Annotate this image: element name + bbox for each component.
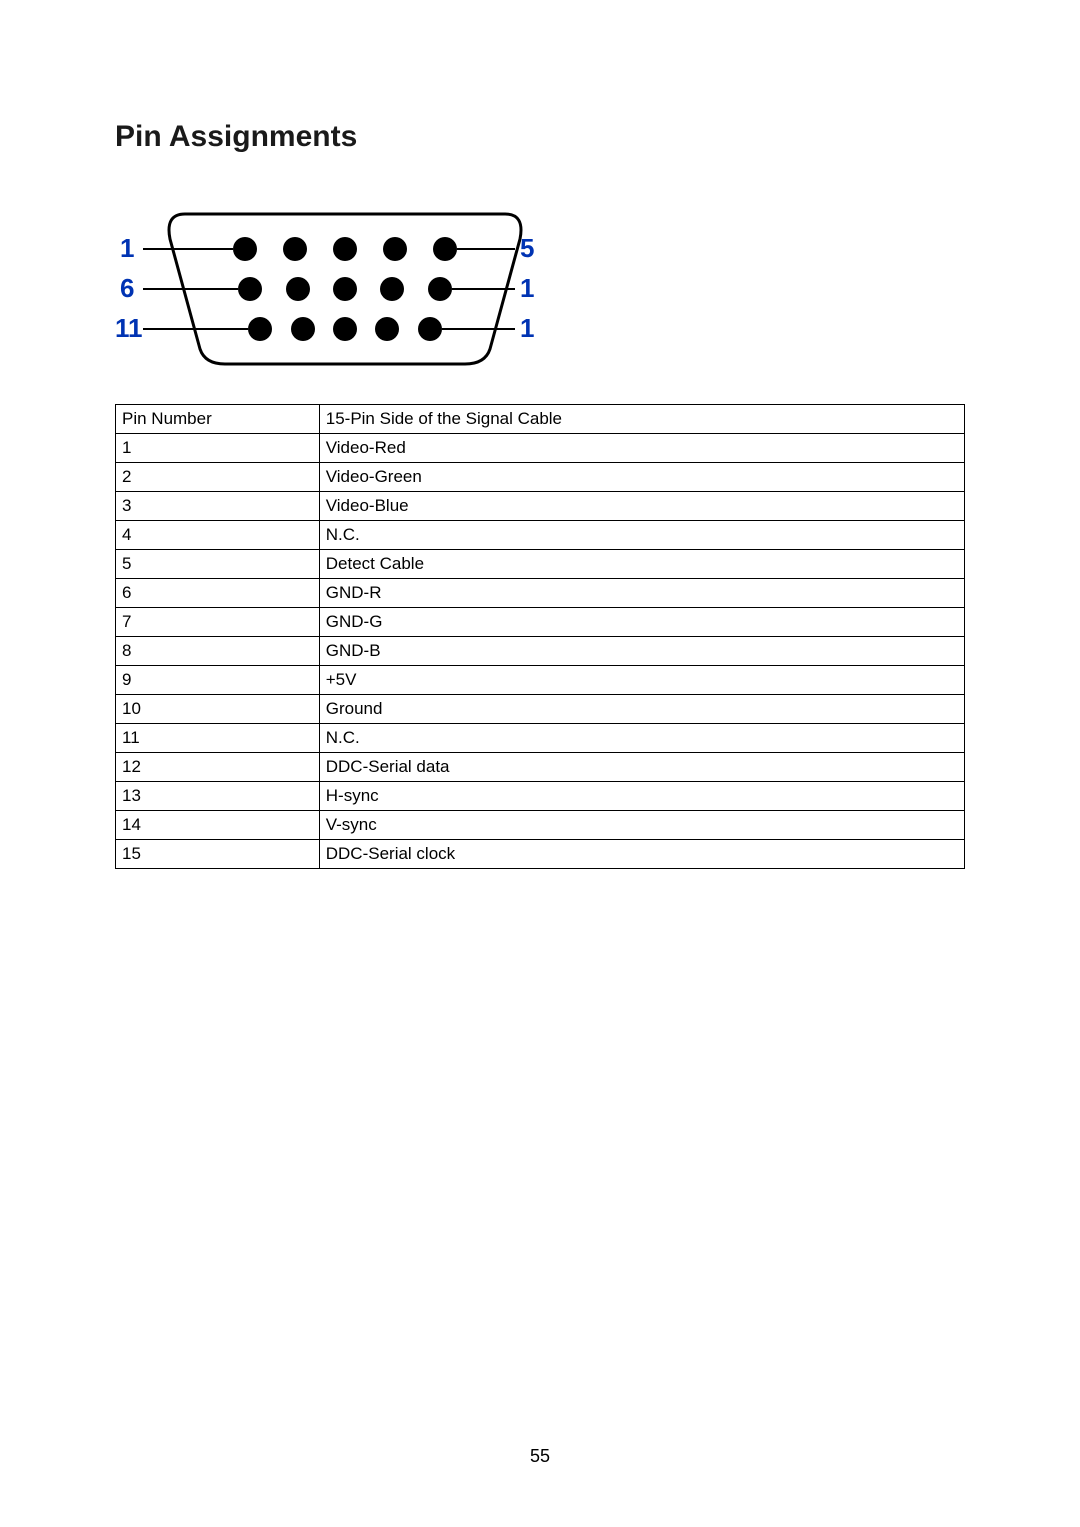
- table-row: 12DDC-Serial data: [116, 753, 965, 782]
- pin-label-11: 11: [115, 313, 143, 343]
- table-row: 2Video-Green: [116, 463, 965, 492]
- pin-label-1: 1: [120, 233, 134, 263]
- document-page: Pin Assignments: [0, 0, 1080, 1527]
- pin-table: Pin Number 15-Pin Side of the Signal Cab…: [115, 404, 965, 869]
- table-header-pin-number: Pin Number: [116, 405, 320, 434]
- table-row: 15DDC-Serial clock: [116, 840, 965, 869]
- table-row: 1Video-Red: [116, 434, 965, 463]
- pin-label-6: 6: [120, 273, 134, 303]
- table-header-signal: 15-Pin Side of the Signal Cable: [319, 405, 964, 434]
- pin-table-body: 1Video-Red 2Video-Green 3Video-Blue 4N.C…: [116, 434, 965, 869]
- pin-row-1: [233, 237, 457, 261]
- table-row: 5Detect Cable: [116, 550, 965, 579]
- pin-row-3: [248, 317, 442, 341]
- lead-lines: [143, 249, 515, 329]
- table-row: 10Ground: [116, 695, 965, 724]
- pin-row-2: [238, 277, 452, 301]
- page-title: Pin Assignments: [115, 120, 965, 154]
- pin-label-15: 15: [520, 313, 535, 343]
- pin-label-10: 10: [520, 273, 535, 303]
- table-row: 3Video-Blue: [116, 492, 965, 521]
- table-row: 13H-sync: [116, 782, 965, 811]
- table-row: 9+5V: [116, 666, 965, 695]
- pin-label-5: 5: [520, 233, 534, 263]
- table-row: 14V-sync: [116, 811, 965, 840]
- table-header-row: Pin Number 15-Pin Side of the Signal Cab…: [116, 405, 965, 434]
- table-row: 6GND-R: [116, 579, 965, 608]
- connector-diagram: 1 6 11 5 10 15: [115, 194, 965, 374]
- table-row: 7GND-G: [116, 608, 965, 637]
- vga-connector-svg: 1 6 11 5 10 15: [115, 194, 535, 374]
- page-number: 55: [0, 1446, 1080, 1467]
- table-row: 11N.C.: [116, 724, 965, 753]
- table-row: 8GND-B: [116, 637, 965, 666]
- table-row: 4N.C.: [116, 521, 965, 550]
